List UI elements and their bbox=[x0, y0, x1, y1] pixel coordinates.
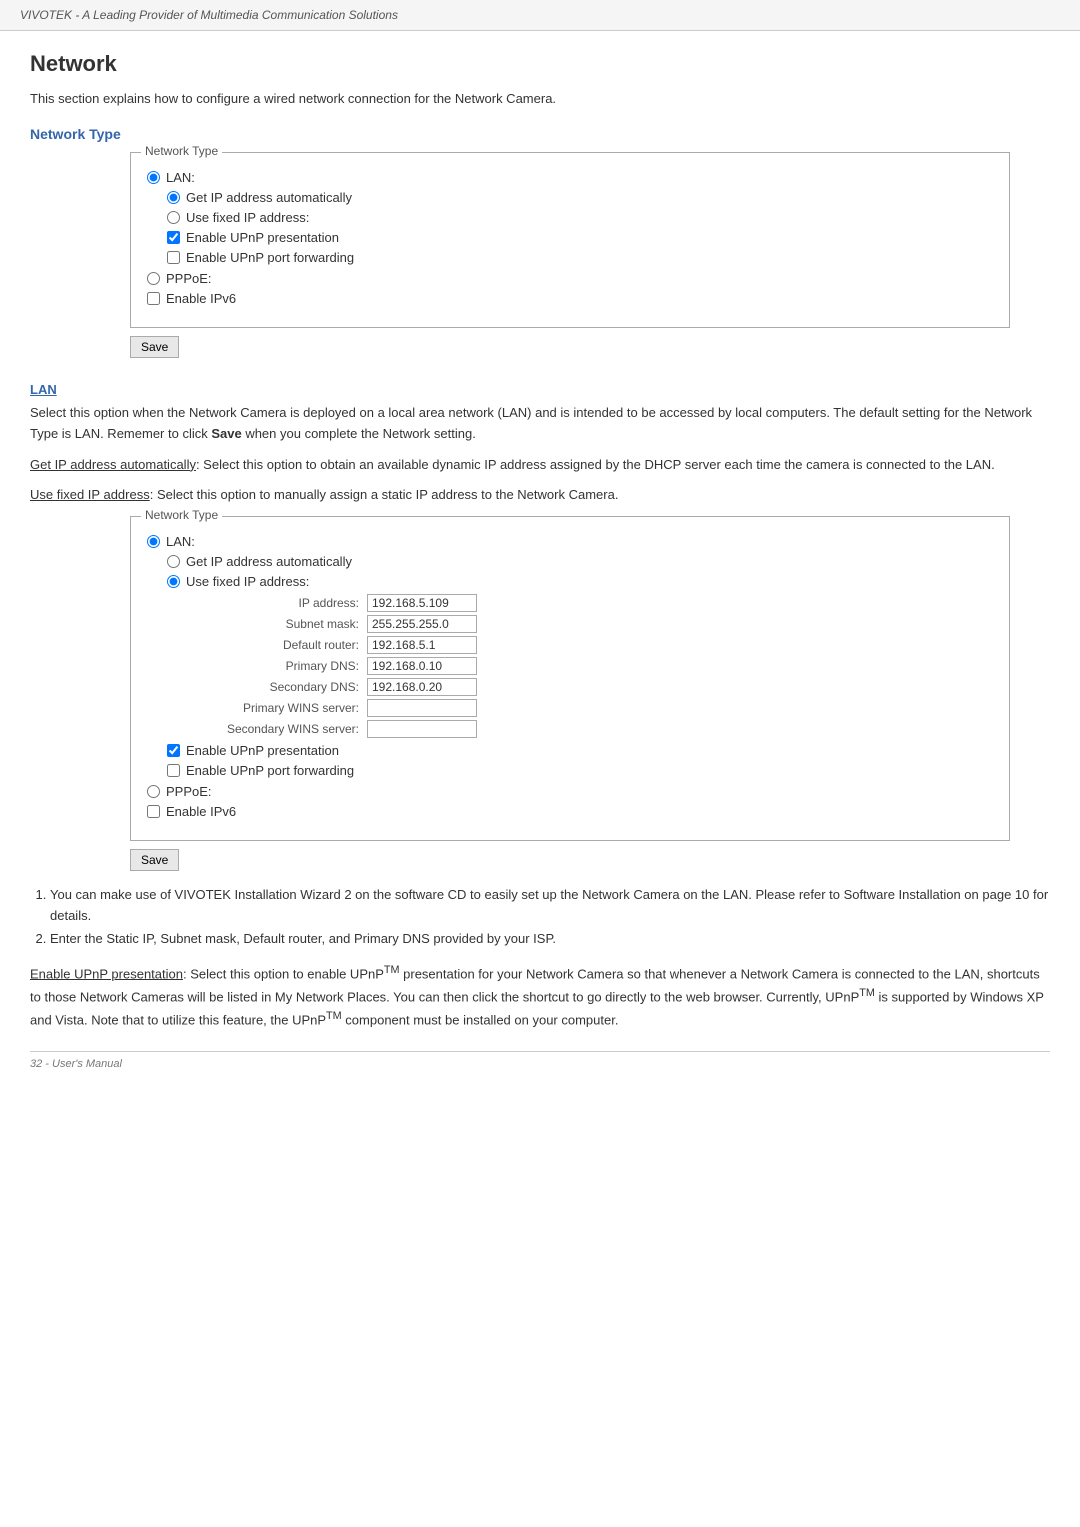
lan-radio[interactable] bbox=[147, 171, 160, 184]
note-2: Enter the Static IP, Subnet mask, Defaul… bbox=[50, 929, 1050, 950]
network-type-box-1: Network Type LAN: Get IP address automat… bbox=[130, 152, 1010, 328]
use-fixed-ip-label: Use fixed IP address: bbox=[186, 210, 309, 225]
lan-radio-label-2: LAN: bbox=[166, 534, 195, 549]
secondary-wins-label: Secondary WINS server: bbox=[207, 722, 367, 736]
enable-upnp-label-2: Enable UPnP presentation bbox=[186, 743, 339, 758]
note-1: You can make use of VIVOTEK Installation… bbox=[50, 885, 1050, 927]
enable-ipv6-row-2: Enable IPv6 bbox=[147, 804, 993, 819]
subnet-mask-field-row: Subnet mask: bbox=[207, 615, 993, 633]
get-ip-auto-row-2: Get IP address automatically bbox=[167, 554, 993, 569]
network-box-2-title: Network Type bbox=[141, 508, 222, 522]
enable-ipv6-row: Enable IPv6 bbox=[147, 291, 993, 306]
use-fixed-ip-radio[interactable] bbox=[167, 211, 180, 224]
save-bold: Save bbox=[211, 426, 241, 441]
subnet-mask-input[interactable] bbox=[367, 615, 477, 633]
ip-address-label: IP address: bbox=[207, 596, 367, 610]
primary-dns-input[interactable] bbox=[367, 657, 477, 675]
secondary-wins-field-row: Secondary WINS server: bbox=[207, 720, 993, 738]
notes-list: You can make use of VIVOTEK Installation… bbox=[50, 885, 1050, 949]
get-ip-auto-label: Get IP address automatically bbox=[186, 190, 352, 205]
intro-text: This section explains how to configure a… bbox=[30, 91, 1050, 106]
enable-upnp-port-label: Enable UPnP port forwarding bbox=[186, 250, 354, 265]
header: VIVOTEK - A Leading Provider of Multimed… bbox=[0, 0, 1080, 31]
save-button-2[interactable]: Save bbox=[130, 849, 179, 871]
primary-wins-field-row: Primary WINS server: bbox=[207, 699, 993, 717]
ip-address-field-row: IP address: bbox=[207, 594, 993, 612]
enable-upnp-port-row: Enable UPnP port forwarding bbox=[167, 250, 993, 265]
enable-ipv6-checkbox-2[interactable] bbox=[147, 805, 160, 818]
default-router-label: Default router: bbox=[207, 638, 367, 652]
get-ip-auto-row: Get IP address automatically bbox=[167, 190, 993, 205]
lan-radio-row-2: LAN: bbox=[147, 534, 993, 549]
subnet-mask-label: Subnet mask: bbox=[207, 617, 367, 631]
pppoe-radio-row: PPPoE: bbox=[147, 271, 993, 286]
get-ip-auto-radio[interactable] bbox=[167, 191, 180, 204]
ip-address-input[interactable] bbox=[367, 594, 477, 612]
enable-upnp-checkbox-2[interactable] bbox=[167, 744, 180, 757]
use-fixed-ip-label-2: Use fixed IP address: bbox=[186, 574, 309, 589]
lan-body1: Select this option when the Network Came… bbox=[30, 403, 1050, 445]
primary-wins-label: Primary WINS server: bbox=[207, 701, 367, 715]
enable-ipv6-label-2: Enable IPv6 bbox=[166, 804, 236, 819]
get-ip-auto-label-2: Get IP address automatically bbox=[186, 554, 352, 569]
page-footer: 32 - User's Manual bbox=[30, 1051, 1050, 1070]
lan-radio-label: LAN: bbox=[166, 170, 195, 185]
pppoe-label: PPPoE: bbox=[166, 271, 212, 286]
ip-fields-table: IP address: Subnet mask: Default router:… bbox=[207, 594, 993, 738]
enable-upnp-row-2: Enable UPnP presentation bbox=[167, 743, 993, 758]
enable-upnp-checkbox[interactable] bbox=[167, 231, 180, 244]
enable-upnp-port-checkbox[interactable] bbox=[167, 251, 180, 264]
secondary-dns-input[interactable] bbox=[367, 678, 477, 696]
network-type-box-2: Network Type LAN: Get IP address automat… bbox=[130, 516, 1010, 841]
save-button-1[interactable]: Save bbox=[130, 336, 179, 358]
get-ip-auto-radio-2[interactable] bbox=[167, 555, 180, 568]
enable-upnp-label: Enable UPnP presentation bbox=[186, 230, 339, 245]
lan-radio-row: LAN: bbox=[147, 170, 993, 185]
page-title: Network bbox=[30, 51, 1050, 77]
primary-dns-field-row: Primary DNS: bbox=[207, 657, 993, 675]
enable-ipv6-label: Enable IPv6 bbox=[166, 291, 236, 306]
secondary-dns-label: Secondary DNS: bbox=[207, 680, 367, 694]
network-box-1-title: Network Type bbox=[141, 144, 222, 158]
use-fixed-body: Use fixed IP address: Select this option… bbox=[30, 485, 1050, 506]
default-router-field-row: Default router: bbox=[207, 636, 993, 654]
secondary-dns-field-row: Secondary DNS: bbox=[207, 678, 993, 696]
use-fixed-ip-row: Use fixed IP address: bbox=[167, 210, 993, 225]
lan-heading: LAN bbox=[30, 382, 1050, 397]
enable-upnp-body: Enable UPnP presentation: Select this op… bbox=[30, 962, 1050, 1031]
enable-upnp-port-checkbox-2[interactable] bbox=[167, 764, 180, 777]
enable-upnp-port-row-2: Enable UPnP port forwarding bbox=[167, 763, 993, 778]
use-fixed-ip-radio-2[interactable] bbox=[167, 575, 180, 588]
pppoe-radio[interactable] bbox=[147, 272, 160, 285]
enable-ipv6-checkbox[interactable] bbox=[147, 292, 160, 305]
enable-upnp-heading-link: Enable UPnP presentation bbox=[30, 966, 183, 981]
page-footer-text: 32 - User's Manual bbox=[30, 1058, 122, 1070]
pppoe-radio-2[interactable] bbox=[147, 785, 160, 798]
enable-upnp-port-label-2: Enable UPnP port forwarding bbox=[186, 763, 354, 778]
get-ip-body: Get IP address automatically: Select thi… bbox=[30, 455, 1050, 476]
default-router-input[interactable] bbox=[367, 636, 477, 654]
lan-radio-2[interactable] bbox=[147, 535, 160, 548]
use-fixed-link: Use fixed IP address bbox=[30, 487, 150, 502]
primary-dns-label: Primary DNS: bbox=[207, 659, 367, 673]
header-tagline: VIVOTEK - A Leading Provider of Multimed… bbox=[20, 8, 398, 22]
enable-upnp-row: Enable UPnP presentation bbox=[167, 230, 993, 245]
network-type-heading: Network Type bbox=[30, 126, 1050, 142]
secondary-wins-input[interactable] bbox=[367, 720, 477, 738]
pppoe-label-2: PPPoE: bbox=[166, 784, 212, 799]
use-fixed-ip-row-2: Use fixed IP address: bbox=[167, 574, 993, 589]
primary-wins-input[interactable] bbox=[367, 699, 477, 717]
pppoe-radio-row-2: PPPoE: bbox=[147, 784, 993, 799]
get-ip-link: Get IP address automatically bbox=[30, 457, 196, 472]
